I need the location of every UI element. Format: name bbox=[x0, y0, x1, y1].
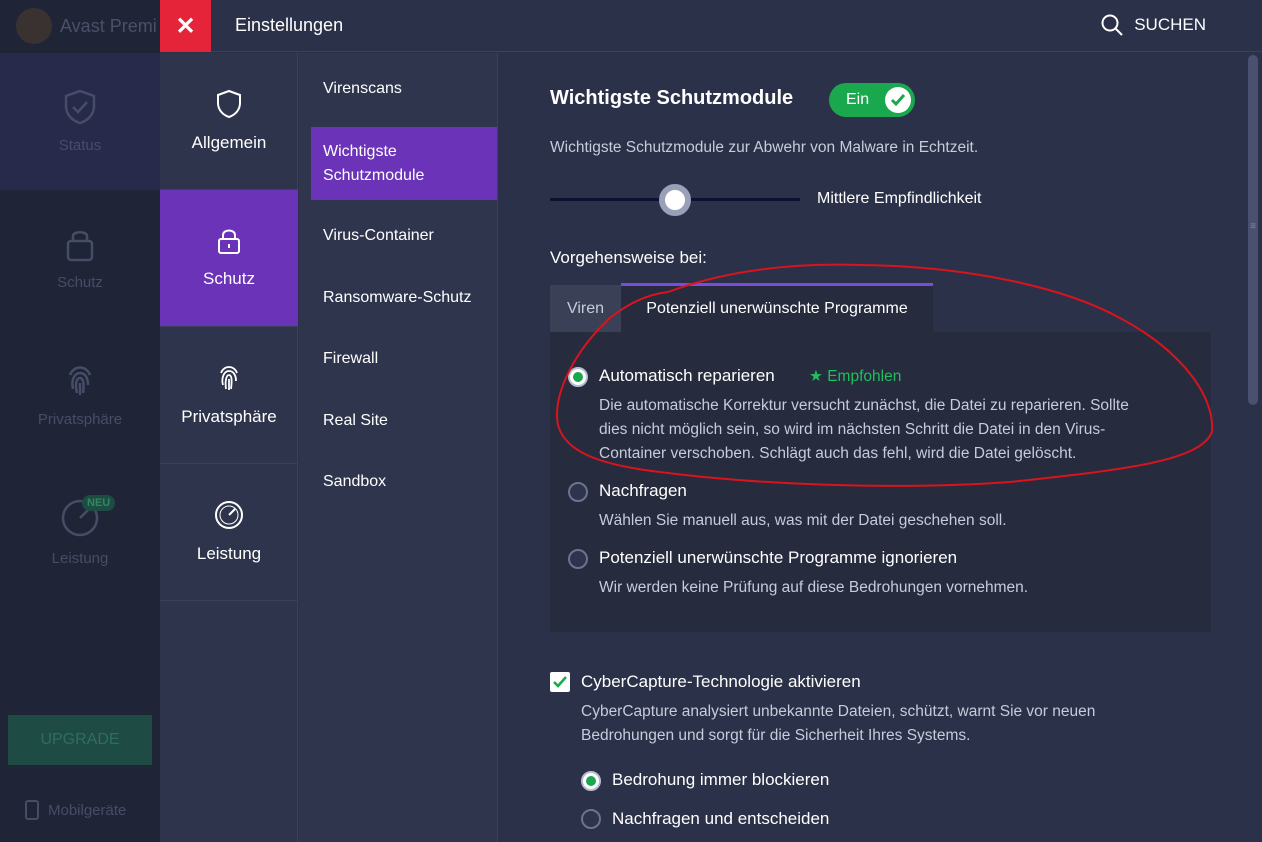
lock-icon bbox=[66, 231, 94, 262]
subnav-ransomware-schutz[interactable]: Ransomware-Schutz bbox=[311, 286, 497, 310]
shield-check-icon bbox=[64, 89, 96, 125]
subnav-wichtigste-schutzmodule[interactable]: Wichtigste Schutzmodule bbox=[311, 127, 497, 200]
subnav-real-site[interactable]: Real Site bbox=[311, 409, 497, 433]
tab-pup[interactable]: Potenziell unerwünschte Programme bbox=[621, 283, 933, 332]
category-leistung[interactable]: Leistung bbox=[160, 464, 298, 601]
tab-viren[interactable]: Viren bbox=[550, 285, 621, 332]
neu-badge: NEU bbox=[82, 495, 116, 511]
cybercapture-checkbox[interactable] bbox=[550, 672, 570, 692]
pup-options-panel: Automatisch reparieren ★ Empfohlen Die a… bbox=[550, 332, 1211, 632]
fingerprint-icon bbox=[220, 366, 238, 390]
category-privatsphaere[interactable]: Privatsphäre bbox=[160, 327, 298, 464]
speedometer-icon bbox=[215, 501, 243, 529]
mobile-icon bbox=[25, 800, 39, 820]
radio-always-block[interactable] bbox=[581, 771, 601, 791]
settings-header: ✕ Einstellungen SUCHEN bbox=[160, 0, 1262, 52]
option-ask-decide: Nachfragen und entscheiden bbox=[612, 809, 830, 828]
search-icon bbox=[1101, 14, 1123, 36]
shield-icon bbox=[217, 89, 241, 119]
star-icon: ★ bbox=[809, 368, 823, 385]
sensitivity-label: Mittlere Empfindlichkeit bbox=[817, 190, 982, 207]
background-nav-privatsphaere: Privatsphäre bbox=[0, 327, 160, 464]
subnav-virenscans[interactable]: Virenscans bbox=[311, 77, 497, 101]
background-app-sidebar: Avast Premi Status Schutz Privatsphäre L… bbox=[0, 0, 160, 842]
close-button[interactable]: ✕ bbox=[160, 0, 211, 52]
background-nav-status: Status bbox=[0, 53, 160, 190]
cybercapture-desc: CyberCapture analysiert unbekannte Datei… bbox=[581, 703, 1096, 744]
option-always-block: Bedrohung immer blockieren bbox=[612, 770, 830, 789]
option-ask-desc: Wählen Sie manuell aus, was mit der Date… bbox=[599, 512, 1007, 529]
radio-auto-repair[interactable] bbox=[568, 367, 588, 387]
background-app-title: Avast Premi bbox=[60, 15, 157, 36]
check-icon bbox=[890, 94, 906, 107]
category-schutz[interactable]: Schutz bbox=[160, 190, 298, 327]
settings-title: Einstellungen bbox=[235, 15, 344, 35]
settings-main: Wichtigste Schutzmodule Ein Wichtigste S… bbox=[499, 53, 1244, 842]
scrollbar-grip-icon: ≡ bbox=[1250, 221, 1256, 232]
subnav-sandbox[interactable]: Sandbox bbox=[311, 470, 497, 494]
option-auto-repair-desc: Die automatische Korrektur versucht zunä… bbox=[599, 397, 1129, 462]
toggle-knob bbox=[885, 87, 911, 113]
option-ignore-title: Potenziell unerwünschte Programme ignori… bbox=[599, 548, 958, 567]
search-button[interactable]: SUCHEN bbox=[1100, 13, 1206, 37]
option-ignore-desc: Wir werden keine Prüfung auf diese Bedro… bbox=[599, 579, 1029, 596]
section-description: Wichtigste Schutzmodule zur Abwehr von M… bbox=[550, 139, 979, 156]
sensitivity-slider-handle[interactable] bbox=[659, 184, 691, 216]
settings-subnav: Virenscans Wichtigste Schutzmodule Virus… bbox=[299, 53, 498, 842]
core-shields-toggle[interactable]: Ein bbox=[829, 83, 915, 117]
page-title: Wichtigste Schutzmodule bbox=[550, 87, 794, 109]
background-nav-schutz: Schutz bbox=[0, 190, 160, 327]
radio-ask-decide[interactable] bbox=[581, 809, 601, 829]
option-auto-repair-title: Automatisch reparieren bbox=[599, 366, 775, 385]
lock-icon bbox=[218, 229, 240, 254]
background-upgrade-button: UPGRADE bbox=[8, 715, 152, 765]
radio-ignore[interactable] bbox=[568, 549, 588, 569]
background-nav-leistung: Leistung bbox=[0, 464, 160, 601]
procedure-label: Vorgehensweise bei: bbox=[550, 248, 707, 267]
option-ask-title: Nachfragen bbox=[599, 481, 687, 500]
fingerprint-icon bbox=[68, 366, 92, 395]
subnav-virus-container[interactable]: Virus-Container bbox=[311, 224, 497, 248]
toggle-label: Ein bbox=[846, 91, 870, 108]
avast-logo-icon bbox=[16, 8, 52, 44]
check-icon bbox=[553, 676, 567, 688]
background-app-header: Avast Premi bbox=[0, 0, 160, 52]
search-label: SUCHEN bbox=[1134, 15, 1206, 34]
recommended-badge: ★ Empfohlen bbox=[809, 368, 902, 385]
radio-ask[interactable] bbox=[568, 482, 588, 502]
background-mobile-devices: Mobilgeräte bbox=[24, 800, 126, 820]
category-allgemein[interactable]: Allgemein bbox=[160, 53, 298, 190]
scrollbar[interactable]: ≡ bbox=[1244, 53, 1262, 842]
settings-categories: Allgemein Schutz Privatsphäre Leistung bbox=[160, 53, 298, 842]
subnav-firewall[interactable]: Firewall bbox=[311, 347, 497, 371]
cybercapture-title: CyberCapture-Technologie aktivieren bbox=[581, 672, 861, 691]
